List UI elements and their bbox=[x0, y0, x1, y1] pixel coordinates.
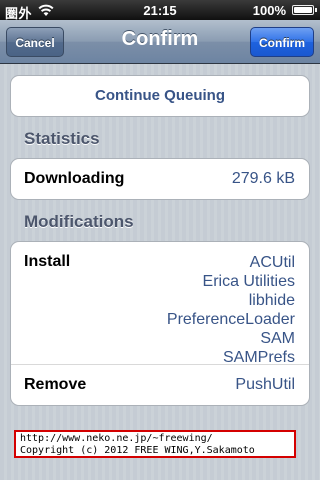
install-label: Install bbox=[24, 253, 71, 270]
navigation-bar: Cancel Confirm Confirm bbox=[0, 20, 320, 64]
continue-group: Continue Queuing bbox=[10, 75, 310, 117]
statistics-group: Downloading 279.6 kB bbox=[10, 158, 310, 200]
install-item: Erica Utilities bbox=[202, 273, 295, 290]
battery-icon bbox=[292, 5, 314, 15]
battery-percentage: 100% bbox=[252, 3, 286, 18]
battery-nub bbox=[315, 8, 317, 12]
credit-copyright: Copyright (c) 2012 FREE WING,Y.Sakamoto bbox=[20, 445, 255, 456]
downloading-label: Downloading bbox=[24, 170, 125, 187]
statistics-header: Statistics bbox=[24, 129, 100, 148]
credit-watermark: http://www.neko.ne.jp/~freewing/ Copyrig… bbox=[14, 430, 296, 458]
install-item: PreferenceLoader bbox=[166, 311, 295, 328]
downloading-row: Downloading 279.6 kB bbox=[11, 159, 309, 199]
install-item: SAM bbox=[260, 330, 295, 347]
install-item: libhide bbox=[248, 292, 295, 309]
battery-level bbox=[294, 7, 312, 13]
credit-url: http://www.neko.ne.jp/~freewing/ bbox=[20, 433, 213, 444]
confirm-button[interactable]: Confirm bbox=[250, 27, 314, 57]
install-row: Install ACUtil Erica Utilities libhide P… bbox=[11, 242, 309, 367]
status-bar: 圏外 21:15 100% bbox=[0, 0, 320, 21]
remove-label: Remove bbox=[24, 376, 87, 393]
remove-row: Remove PushUtil bbox=[11, 365, 309, 405]
install-list: ACUtil Erica Utilities libhide Preferenc… bbox=[167, 253, 295, 367]
modifications-group: Install ACUtil Erica Utilities libhide P… bbox=[10, 241, 310, 406]
install-item: ACUtil bbox=[249, 254, 295, 271]
continue-queuing-button[interactable]: Continue Queuing bbox=[11, 76, 309, 116]
downloading-value: 279.6 kB bbox=[231, 170, 295, 187]
modifications-header: Modifications bbox=[24, 212, 134, 231]
remove-item: PushUtil bbox=[235, 376, 295, 393]
